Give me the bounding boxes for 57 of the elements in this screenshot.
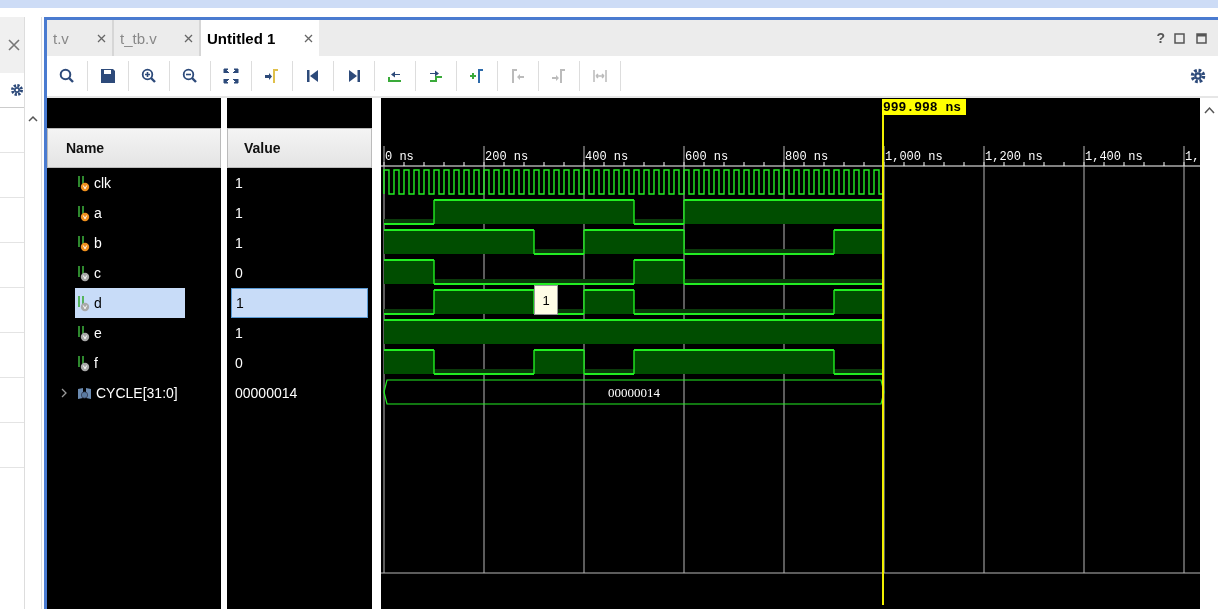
close-icon[interactable]	[97, 33, 106, 43]
signal-name-cell[interactable]: e	[75, 318, 185, 348]
zoom-in-icon	[141, 68, 157, 84]
signal-name-cell[interactable]: CYCLE[31:0]	[75, 378, 185, 408]
signal-name-cell[interactable]: b	[75, 228, 185, 258]
scroll-up-icon[interactable]	[1203, 106, 1215, 114]
signal-value-cell: 1	[231, 288, 368, 318]
signal-value-cell-text: 1	[234, 324, 244, 343]
go-to-end-icon	[346, 68, 362, 84]
signal-name-cell[interactable]: f	[75, 348, 185, 378]
column-header[interactable]: Value	[227, 128, 372, 168]
signal-name-cell[interactable]: c	[75, 258, 185, 288]
previous-marker-icon	[510, 68, 526, 84]
time-label: 1,200 ns	[985, 150, 1043, 164]
marker-distance-icon	[592, 68, 608, 84]
signal-value-cell-text: 0	[234, 264, 244, 283]
search-icon	[59, 68, 75, 84]
next-marker-icon	[551, 68, 567, 84]
time-label: 1,000 ns	[885, 150, 943, 164]
cursor-time-label: 999.998 ns	[882, 99, 966, 115]
add-marker-icon	[469, 68, 485, 84]
bus-icon	[77, 386, 92, 400]
signal-value-cell-text: 00000014	[234, 384, 299, 403]
tab[interactable]: Untitled 1	[201, 20, 319, 56]
zoom-out-icon	[182, 68, 198, 84]
time-label: 200 ns	[485, 150, 529, 164]
maximize-icon[interactable]	[1196, 32, 1207, 44]
close-icon[interactable]	[184, 33, 193, 43]
bus-value: 00000014	[608, 385, 660, 400]
settings-icon[interactable]	[1190, 68, 1206, 84]
time-label: 800 ns	[785, 150, 829, 164]
time-label: 1,	[1185, 150, 1200, 164]
time-label: 1,400 ns	[1085, 150, 1143, 164]
help-button[interactable]: ?	[1156, 30, 1165, 46]
time-label: 0 ns	[385, 150, 414, 164]
close-icon[interactable]	[8, 39, 20, 51]
close-icon[interactable]	[304, 33, 313, 43]
value-tooltip: 1	[534, 285, 558, 315]
signal-name-cell[interactable]: d	[75, 288, 185, 318]
zoom-fit-icon	[223, 68, 239, 84]
signal-value-cell-text: 0	[234, 354, 244, 373]
time-label: 600 ns	[685, 150, 729, 164]
settings-icon[interactable]	[10, 83, 24, 97]
restore-icon[interactable]	[1174, 32, 1185, 44]
expand-icon[interactable]	[61, 388, 68, 398]
signal-value-cell-text: 1	[234, 204, 244, 223]
column-header[interactable]: Name	[47, 128, 221, 168]
go-to-start-icon	[305, 68, 321, 84]
scroll-up-icon[interactable]	[28, 115, 38, 122]
next-transition-icon	[428, 68, 444, 84]
signal-value-cell-text: 1	[234, 234, 244, 253]
signal-name-cell[interactable]: clk	[75, 168, 185, 198]
save-icon	[100, 68, 116, 84]
signal-value-cell-text: 1	[234, 174, 244, 193]
go-to-cursor-icon	[264, 68, 280, 84]
time-label: 400 ns	[585, 150, 629, 164]
signal-name-cell[interactable]: a	[75, 198, 185, 228]
